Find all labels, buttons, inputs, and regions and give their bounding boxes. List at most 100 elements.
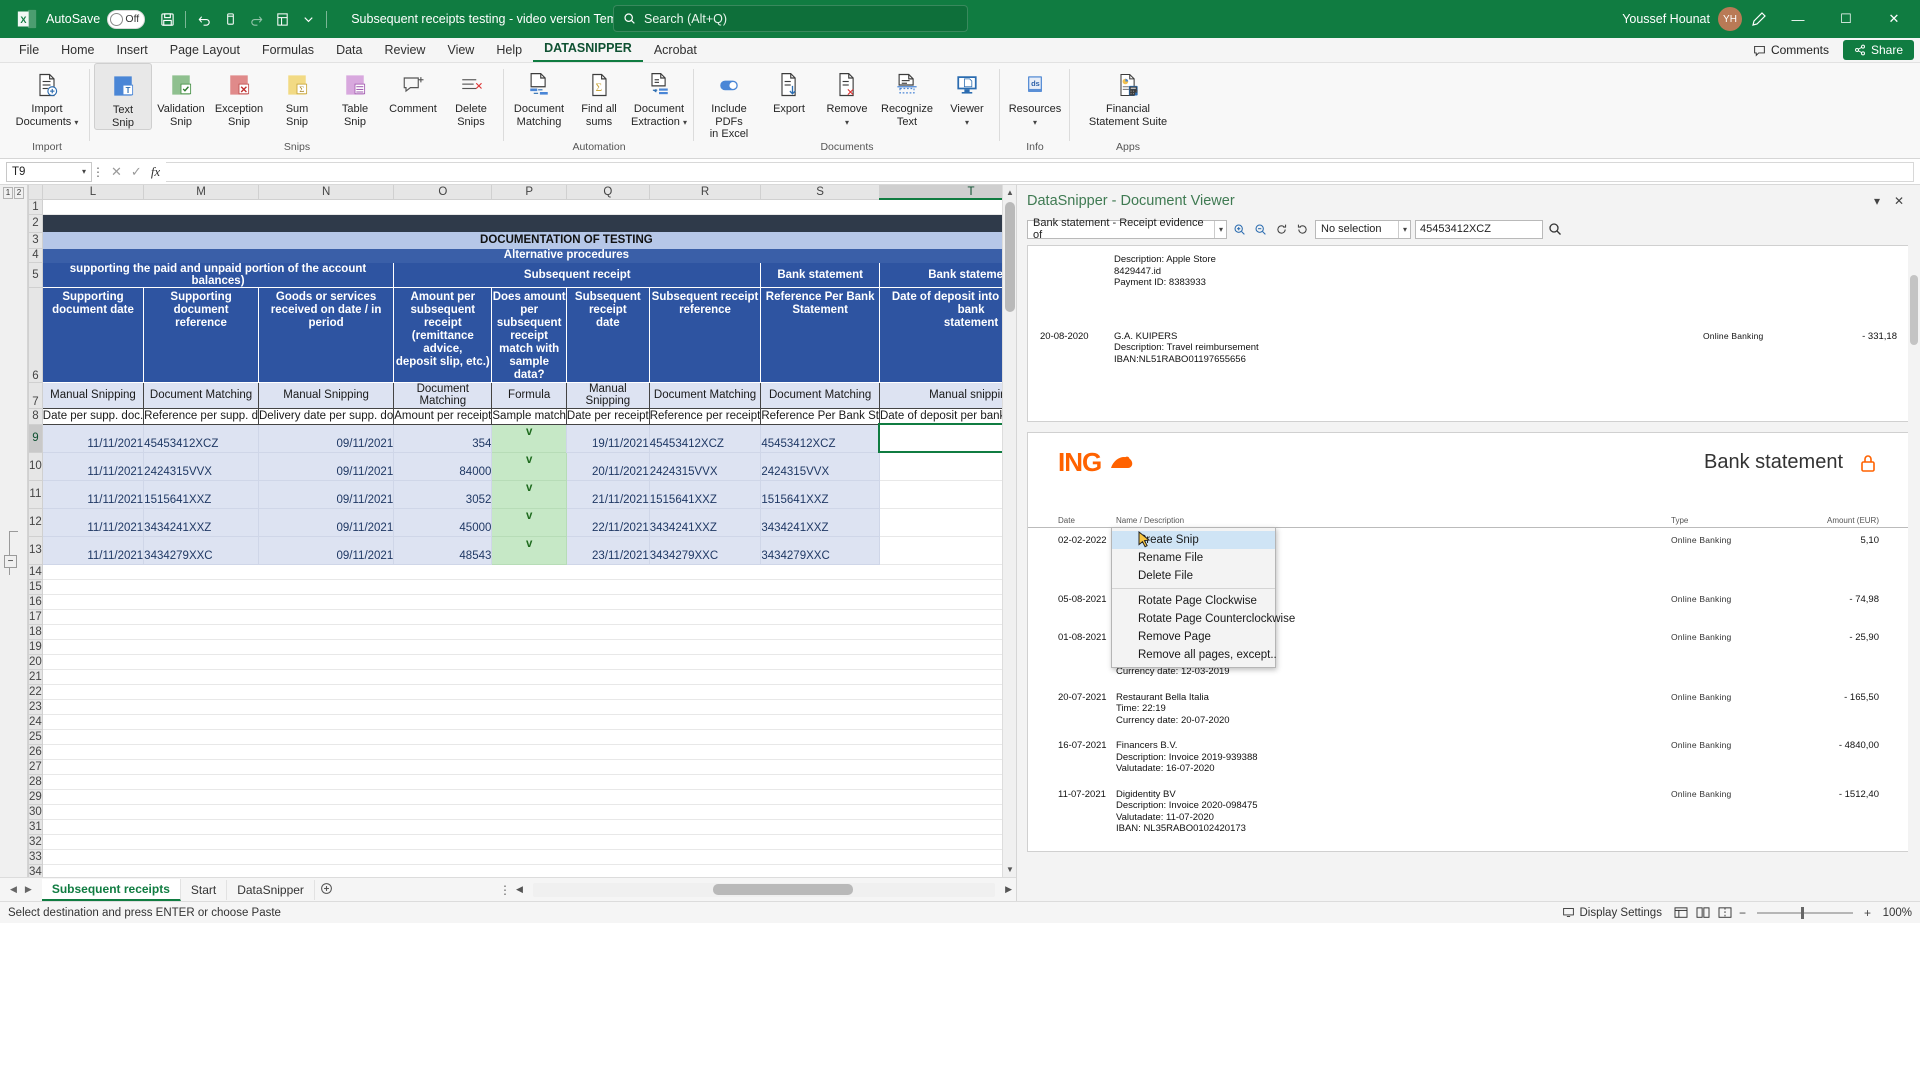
cell-N13[interactable]: 09/11/2021 — [257, 535, 395, 565]
comments-button[interactable]: Comments — [1746, 41, 1836, 59]
redo-icon[interactable] — [244, 7, 268, 31]
row-header-27[interactable]: 27 — [28, 758, 43, 775]
outline-collapse-button[interactable]: − — [4, 555, 17, 568]
empty-row-15[interactable] — [41, 578, 1016, 595]
scroll-down-icon[interactable]: ▼ — [1003, 862, 1016, 877]
cell-S10[interactable]: 2424315VVX — [760, 451, 880, 481]
tab-data[interactable]: Data — [325, 40, 373, 62]
hscroll-left-icon[interactable]: ◀ — [512, 884, 527, 895]
row-header-25[interactable]: 25 — [28, 728, 43, 745]
field-L[interactable]: Date per supp. doc. — [41, 407, 145, 425]
cell-S9[interactable]: 45453412XCZ — [760, 423, 880, 453]
method-M[interactable]: Document Matching — [143, 381, 259, 409]
field-P[interactable]: Sample match — [491, 407, 567, 425]
empty-row-20[interactable] — [41, 653, 1016, 670]
cell-T9-selected[interactable] — [878, 423, 1016, 453]
cell-M10[interactable]: 2424315VVX — [143, 451, 259, 481]
cell-T10[interactable] — [878, 451, 1016, 481]
chevron-down-icon[interactable]: ▾ — [683, 118, 687, 127]
ink-pencil-icon[interactable] — [1746, 6, 1772, 32]
method-R[interactable]: Document Matching — [648, 381, 762, 409]
row-header-15[interactable]: 15 — [28, 578, 43, 595]
context-menu-item-rotate-clockwise[interactable]: Rotate Page Clockwise — [1112, 592, 1275, 610]
empty-row-26[interactable] — [41, 743, 1016, 760]
row-header-18[interactable]: 18 — [28, 623, 43, 640]
cell-R11[interactable]: 1515641XXZ — [648, 479, 762, 509]
empty-row-16[interactable] — [41, 593, 1016, 610]
col-header-P[interactable]: Does amount per subsequent receipt match w… — [491, 286, 567, 383]
context-menu-item-rename-file[interactable]: Rename File — [1112, 549, 1275, 567]
sheet-vertical-scrollbar[interactable]: ▲ ▼ — [1002, 185, 1016, 877]
horizontal-scrollbar[interactable] — [532, 882, 996, 897]
cell-T11[interactable] — [878, 479, 1016, 509]
column-header-P[interactable]: P — [491, 185, 567, 200]
column-header-Q[interactable]: Q — [565, 185, 650, 200]
zoom-slider-knob[interactable] — [1800, 906, 1804, 919]
row-header-2[interactable]: 2 — [28, 213, 43, 233]
formula-input[interactable] — [166, 161, 1914, 182]
cell-L12[interactable]: 11/11/2021 — [41, 507, 145, 537]
row-header-4[interactable]: 4 — [28, 247, 43, 263]
statement-row[interactable]: 16-07-2021 Financers B.V. Description: In… — [1028, 733, 1909, 782]
empty-row-29[interactable] — [41, 788, 1016, 805]
row-header-32[interactable]: 32 — [28, 833, 43, 850]
field-N[interactable]: Delivery date per supp. do — [257, 407, 395, 425]
statement-row[interactable]: 20-07-2021 Restaurant Bella Italia Time: … — [1028, 685, 1909, 734]
zoom-level[interactable]: 100% — [1874, 907, 1912, 919]
method-S[interactable]: Document Matching — [760, 381, 880, 409]
row-1-cells[interactable] — [41, 198, 1016, 215]
method-T[interactable]: Manual snipping — [878, 381, 1016, 409]
tab-view[interactable]: View — [436, 40, 485, 62]
cell-S13[interactable]: 3434279XXC — [760, 535, 880, 565]
datasnipper-scroll-thumb[interactable] — [1910, 275, 1918, 345]
text-snip-button[interactable]: T Text Snip — [94, 63, 152, 130]
empty-row-21[interactable] — [41, 668, 1016, 685]
sheet-nav-first-icon[interactable]: ◀ — [10, 884, 17, 895]
tab-file[interactable]: File — [8, 40, 50, 62]
empty-row-27[interactable] — [41, 758, 1016, 775]
rotate-right-icon[interactable] — [1294, 220, 1311, 238]
cell-O10[interactable]: 84000 — [393, 451, 493, 481]
col-header-L[interactable]: Supporting document date — [41, 286, 145, 383]
field-R[interactable]: Reference per receipt — [648, 407, 762, 425]
row-header-31[interactable]: 31 — [28, 818, 43, 835]
col-header-R[interactable]: Subsequent receipt reference — [648, 286, 762, 383]
minimize-button[interactable]: — — [1776, 0, 1820, 38]
empty-row-31[interactable] — [41, 818, 1016, 835]
outline-level-1-button[interactable]: 1 — [3, 187, 13, 199]
row-header-23[interactable]: 23 — [28, 698, 43, 715]
cell-Q11[interactable]: 21/11/2021 — [565, 479, 650, 509]
cancel-icon[interactable]: ✕ — [111, 164, 122, 180]
qat-more-chevron-icon[interactable] — [296, 7, 320, 31]
statement-row[interactable]: 11-07-2021 Digidentity BV Description: In… — [1028, 782, 1909, 842]
include-pdfs-button[interactable]: Include PDFs in Excel — [698, 63, 760, 141]
field-S[interactable]: Reference Per Bank St — [760, 407, 880, 425]
cell-O13[interactable]: 48543 — [393, 535, 493, 565]
cell-N9[interactable]: 09/11/2021 — [257, 423, 395, 453]
row-header-22[interactable]: 22 — [28, 683, 43, 700]
method-Q[interactable]: Manual Snipping — [565, 381, 650, 409]
tab-insert[interactable]: Insert — [106, 40, 159, 62]
zoom-in-icon[interactable] — [1231, 220, 1248, 238]
empty-row-33[interactable] — [41, 848, 1016, 865]
chevron-down-icon[interactable]: ▾ — [82, 167, 86, 176]
empty-row-24[interactable] — [41, 713, 1016, 730]
cell-L13[interactable]: 11/11/2021 — [41, 535, 145, 565]
sheet-tab-start[interactable]: Start — [181, 879, 228, 900]
sheet-nav-last-icon[interactable]: ▶ — [25, 884, 32, 895]
group-header-bank-statement-1[interactable]: Bank statement — [760, 261, 880, 288]
row-header-11[interactable]: 11 — [28, 479, 43, 509]
row-2-dark-banner[interactable] — [42, 214, 1016, 232]
document-card-top[interactable]: Description: Apple Store 8429447.id Paymen… — [1027, 245, 1910, 422]
select-all-corner[interactable] — [28, 185, 43, 200]
cell-M12[interactable]: 3434241XXZ — [143, 507, 259, 537]
resources-button[interactable]: ds Resources ▾ — [1004, 63, 1066, 128]
context-menu-item-create-snip[interactable]: Create Snip — [1112, 531, 1275, 549]
cell-N12[interactable]: 09/11/2021 — [257, 507, 395, 537]
row-header-28[interactable]: 28 — [28, 773, 43, 790]
cell-Q9[interactable]: 19/11/2021 — [565, 423, 650, 453]
selection-select[interactable]: No selection ▾ — [1315, 219, 1411, 239]
page-break-preview-icon[interactable] — [1714, 905, 1736, 921]
column-header-T[interactable]: T — [878, 185, 1016, 200]
search-input[interactable]: 45453412XCZ — [1415, 219, 1543, 239]
